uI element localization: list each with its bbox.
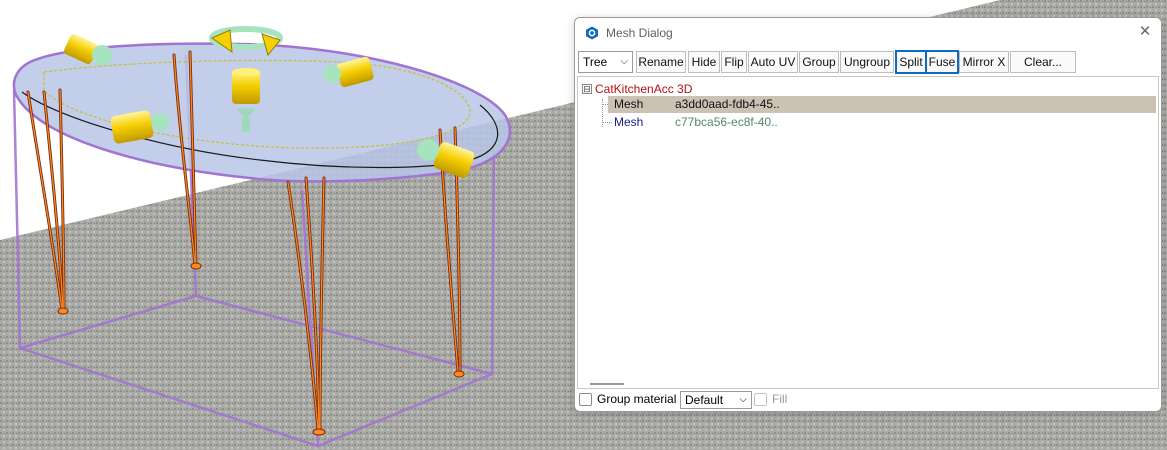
- fuse-button[interactable]: Fuse: [925, 50, 959, 74]
- chevron-down-icon: ⌵: [620, 56, 628, 67]
- dialog-title: Mesh Dialog: [606, 26, 673, 40]
- tree-row-mesh-selected[interactable]: Mesh a3dd0aad-fdb4-45..: [608, 96, 1156, 113]
- clear-button[interactable]: Clear...: [1010, 51, 1076, 73]
- material-value: Default: [685, 393, 724, 407]
- mesh-id: a3dd0aad-fdb4-45..: [675, 97, 780, 111]
- group-button[interactable]: Group: [799, 51, 839, 73]
- close-button[interactable]: ✕: [1135, 22, 1155, 42]
- split-button[interactable]: Split: [895, 50, 927, 74]
- mirror-x-button[interactable]: Mirror X: [959, 51, 1009, 73]
- tree-row-mesh[interactable]: Mesh c77bca56-ec8f-40..: [608, 114, 1156, 131]
- chevron-down-icon: ⌵: [739, 394, 747, 405]
- material-select[interactable]: Default ⌵: [680, 391, 752, 409]
- mesh-dialog: Mesh Dialog ✕ Tree ⌵ Rename Hide Flip Au…: [574, 17, 1162, 412]
- mesh-name: Mesh: [614, 115, 644, 129]
- hide-button[interactable]: Hide: [688, 51, 720, 73]
- toolbar: Tree ⌵ Rename Hide Flip Auto UV Group Un…: [578, 50, 1158, 74]
- horizontal-scrollbar[interactable]: [590, 383, 624, 385]
- auto-uv-button[interactable]: Auto UV: [748, 51, 798, 73]
- ungroup-button[interactable]: Ungroup: [840, 51, 894, 73]
- fill-label: Fill: [772, 392, 788, 406]
- dialog-titlebar[interactable]: Mesh Dialog ✕: [575, 18, 1161, 48]
- view-mode-value: Tree: [583, 55, 608, 69]
- root-label: CatKitchenAcc 3D: [595, 82, 693, 96]
- view-mode-select[interactable]: Tree ⌵: [578, 51, 633, 73]
- collapse-icon[interactable]: ⊟: [582, 84, 592, 94]
- group-material-checkbox[interactable]: [579, 393, 592, 406]
- dialog-footer: Group material Default ⌵ Fill: [575, 389, 1161, 409]
- group-material-label: Group material: [597, 392, 677, 406]
- mesh-id: c77bca56-ec8f-40..: [675, 115, 778, 129]
- mesh-name: Mesh: [614, 97, 644, 111]
- mesh-tree[interactable]: ⊟ CatKitchenAcc 3D Mesh a3dd0aad-fdb4-45…: [577, 76, 1159, 389]
- rename-button[interactable]: Rename: [636, 51, 686, 73]
- fill-checkbox[interactable]: [754, 393, 767, 406]
- flip-button[interactable]: Flip: [721, 51, 747, 73]
- hexagon-gear-icon: [586, 26, 598, 40]
